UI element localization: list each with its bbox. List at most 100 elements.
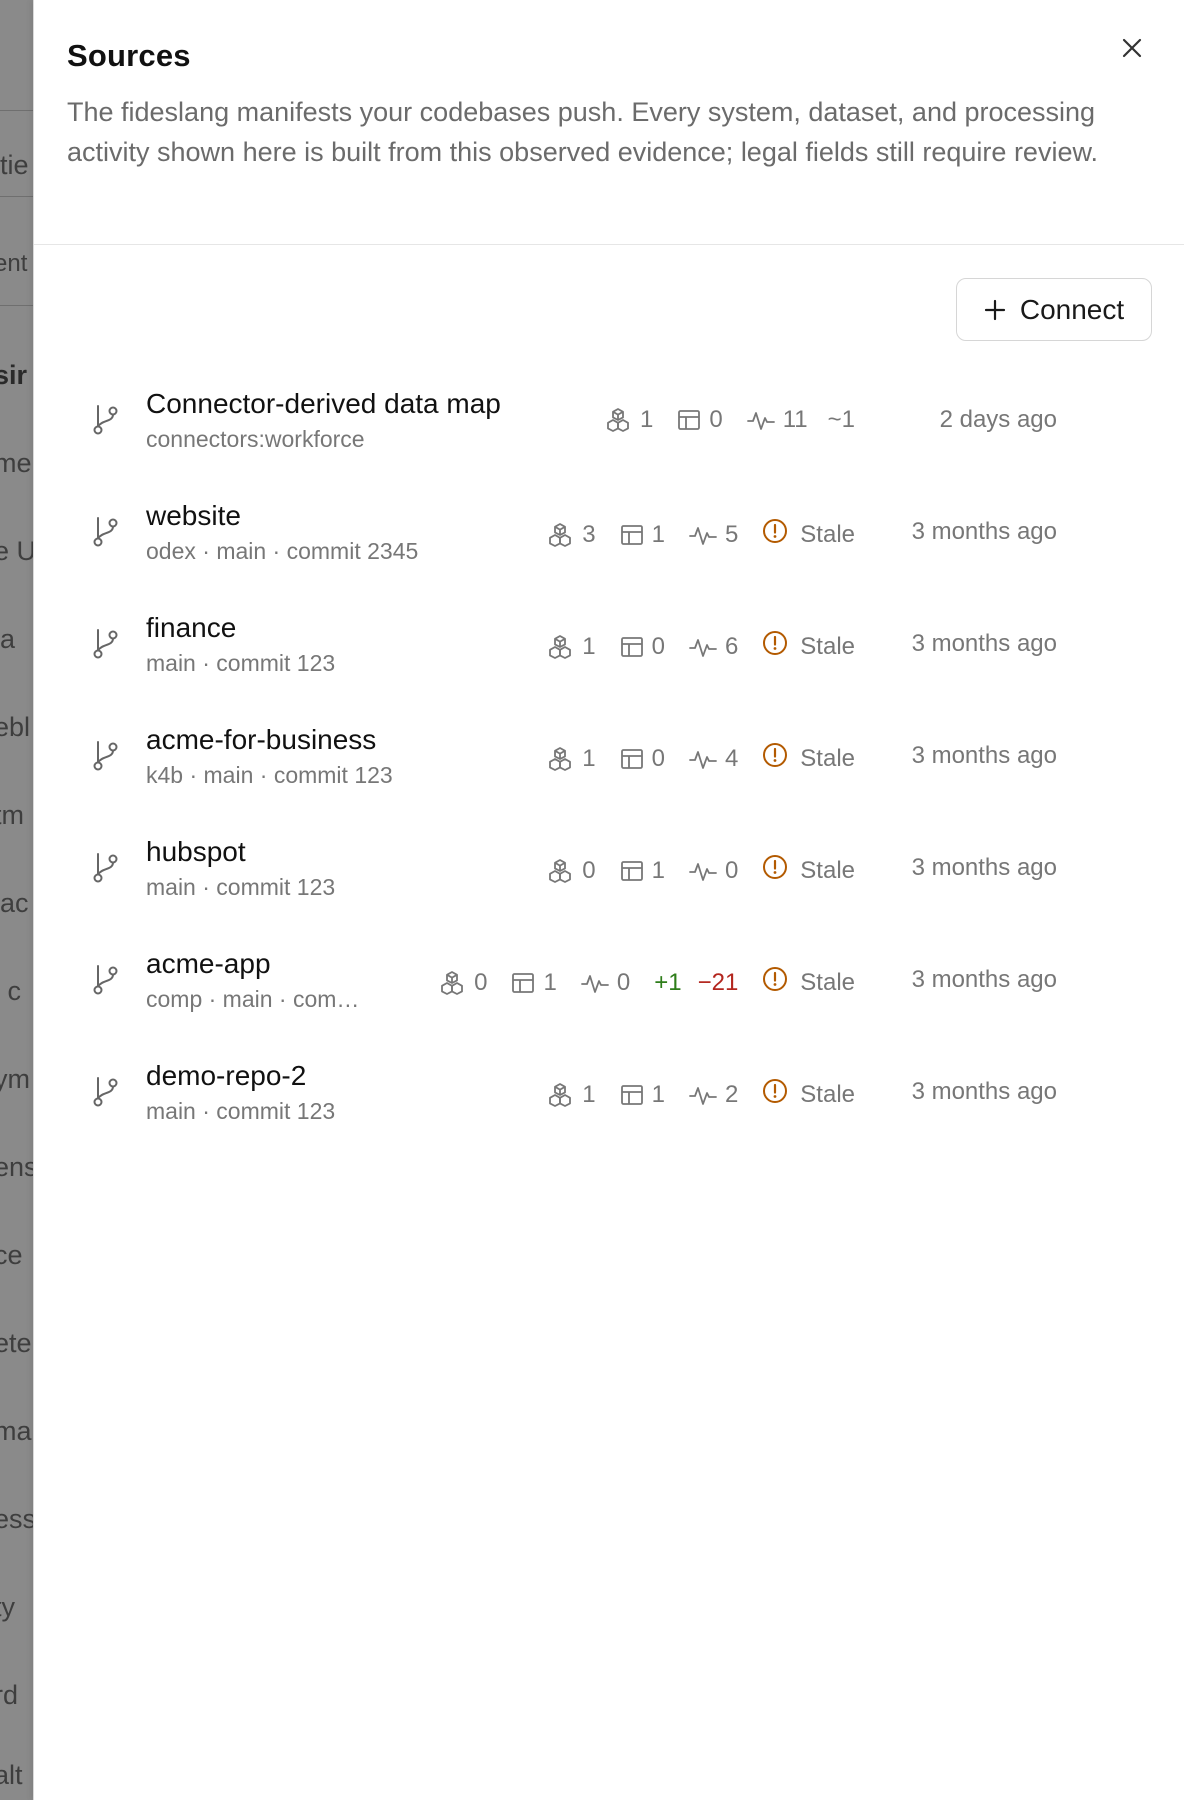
systems-count-value: 1 xyxy=(582,1080,596,1108)
bg-text-fragment: itie xyxy=(0,150,29,180)
git-branch-icon xyxy=(90,626,122,662)
alert-circle-icon xyxy=(762,518,788,551)
source-subtitle: main · commit 123 xyxy=(146,1098,336,1124)
git-branch-icon xyxy=(90,1074,122,1110)
alert-circle-icon xyxy=(762,966,788,999)
datasets-count: 1 xyxy=(620,521,665,549)
source-timestamp: 3 months ago xyxy=(911,630,1057,657)
systems-icon xyxy=(546,746,574,772)
datasets-count: 1 xyxy=(620,1081,665,1109)
activity-count: 11 xyxy=(746,406,808,434)
connect-button[interactable]: Connect xyxy=(956,278,1152,341)
source-subtitle: k4b · main · commit 123 xyxy=(146,762,393,788)
source-timestamp: 3 months ago xyxy=(911,518,1057,545)
activity-count-value: 4 xyxy=(724,744,739,772)
git-branch-icon xyxy=(90,850,122,886)
activity-count: 6 xyxy=(689,633,738,661)
source-name: finance xyxy=(146,612,237,643)
source-subtitle: main · commit 123 xyxy=(146,650,336,676)
datasets-count: 1 xyxy=(620,857,665,885)
systems-count-value: 1 xyxy=(582,632,596,660)
source-row[interactable]: Connector-derived data map connectors:wor… xyxy=(34,366,1184,478)
git-branch-icon xyxy=(90,514,122,550)
stale-label: Stale xyxy=(800,520,855,548)
bg-text-fragment: e U xyxy=(0,536,34,566)
systems-count-value: 1 xyxy=(582,744,596,772)
source-row[interactable]: acme-for-business k4b · main · commit 123… xyxy=(34,702,1184,814)
bg-text-fragment: me xyxy=(0,448,32,478)
background-overlay: itie ent sir me e U la ebl tm lac l c ym… xyxy=(0,0,34,1800)
systems-icon xyxy=(438,970,466,996)
activity-count-value: 11 xyxy=(782,406,808,433)
activity-icon xyxy=(746,408,775,432)
stale-badge: Stale xyxy=(762,966,855,999)
source-row[interactable]: finance main · commit 123 1 0 6 Stale 3 months… xyxy=(34,590,1184,702)
stale-badge: Stale xyxy=(762,518,855,551)
bg-text-fragment: ess xyxy=(0,1504,34,1534)
activity-icon xyxy=(689,523,717,547)
systems-count: 0 xyxy=(546,856,596,885)
alert-circle-icon xyxy=(762,854,788,887)
source-row[interactable]: demo-repo-2 main · commit 123 1 1 2 Stale 3 mo… xyxy=(34,1038,1184,1150)
activity-icon xyxy=(689,635,717,659)
bg-text-fragment: lac xyxy=(0,888,29,918)
source-list: Connector-derived data map connectors:wor… xyxy=(34,366,1184,1150)
dataset-icon xyxy=(620,635,644,659)
activity-count-value: 0 xyxy=(616,968,631,996)
systems-count-value: 3 xyxy=(582,520,596,548)
bg-text-fragment: rd xyxy=(0,1680,19,1710)
drawer-header: Sources The fideslang manifests your cod… xyxy=(34,0,1184,245)
source-stats: 1 0 4 Stale xyxy=(522,742,855,775)
source-stats: 0 1 0 Stale xyxy=(522,854,855,887)
activity-icon xyxy=(689,859,717,883)
datasets-count: 0 xyxy=(677,406,723,434)
stale-label: Stale xyxy=(800,856,855,884)
git-branch-icon xyxy=(90,738,122,774)
systems-icon xyxy=(546,522,574,548)
diff-removed: −21 xyxy=(697,968,739,996)
activity-count-value: 2 xyxy=(724,1080,739,1108)
stale-label: Stale xyxy=(800,744,855,772)
divider xyxy=(0,110,34,111)
datasets-count-value: 1 xyxy=(543,968,557,996)
bg-text-fragment: ens xyxy=(0,1152,34,1182)
bg-text-fragment: ym xyxy=(0,1064,30,1094)
source-row[interactable]: website odex · main · commit 2345 3 1 5 Stale… xyxy=(34,478,1184,590)
systems-count-value: 0 xyxy=(474,968,488,996)
bg-text-fragment: sir xyxy=(0,360,28,390)
source-subtitle: odex · main · commit 2345 xyxy=(146,538,419,564)
activity-count: 2 xyxy=(689,1081,738,1109)
bg-text-fragment: l c xyxy=(0,976,21,1006)
bg-text-fragment: la xyxy=(0,624,16,654)
datasets-count: 0 xyxy=(620,745,665,773)
stale-label: Stale xyxy=(800,968,855,996)
dataset-icon xyxy=(677,408,701,432)
activity-count-value: 6 xyxy=(724,632,739,660)
source-timestamp: 3 months ago xyxy=(911,854,1057,881)
stale-label: Stale xyxy=(800,1080,855,1108)
bg-text-fragment: ma xyxy=(0,1416,32,1446)
systems-icon xyxy=(546,1082,574,1108)
systems-count-value: 0 xyxy=(582,856,596,884)
dataset-icon xyxy=(620,1083,644,1107)
activity-icon xyxy=(580,971,609,995)
source-name: demo-repo-2 xyxy=(146,1060,307,1091)
stale-badge: Stale xyxy=(762,854,855,887)
source-subtitle: comp · main · com… xyxy=(146,986,360,1012)
source-name: hubspot xyxy=(146,836,246,867)
source-subtitle: connectors:workforce xyxy=(146,426,365,452)
sources-drawer: Sources The fideslang manifests your cod… xyxy=(33,0,1184,1800)
activity-count: 0 xyxy=(580,968,631,997)
activity-count: 4 xyxy=(689,745,738,773)
bg-text-fragment: ete xyxy=(0,1328,32,1358)
activity-icon xyxy=(689,747,717,771)
dataset-icon xyxy=(511,971,535,995)
close-button[interactable] xyxy=(1114,30,1150,66)
bg-text-fragment: alt xyxy=(0,1760,23,1790)
activity-count: 0 xyxy=(689,857,738,885)
alert-circle-icon xyxy=(762,1078,788,1111)
activity-count: 5 xyxy=(689,521,738,549)
source-row[interactable]: acme-app comp · main · com… 0 1 0 +1 −21 Stale 3… xyxy=(34,926,1184,1038)
source-row[interactable]: hubspot main · commit 123 0 1 0 Stale 3 months… xyxy=(34,814,1184,926)
systems-icon xyxy=(546,858,574,884)
